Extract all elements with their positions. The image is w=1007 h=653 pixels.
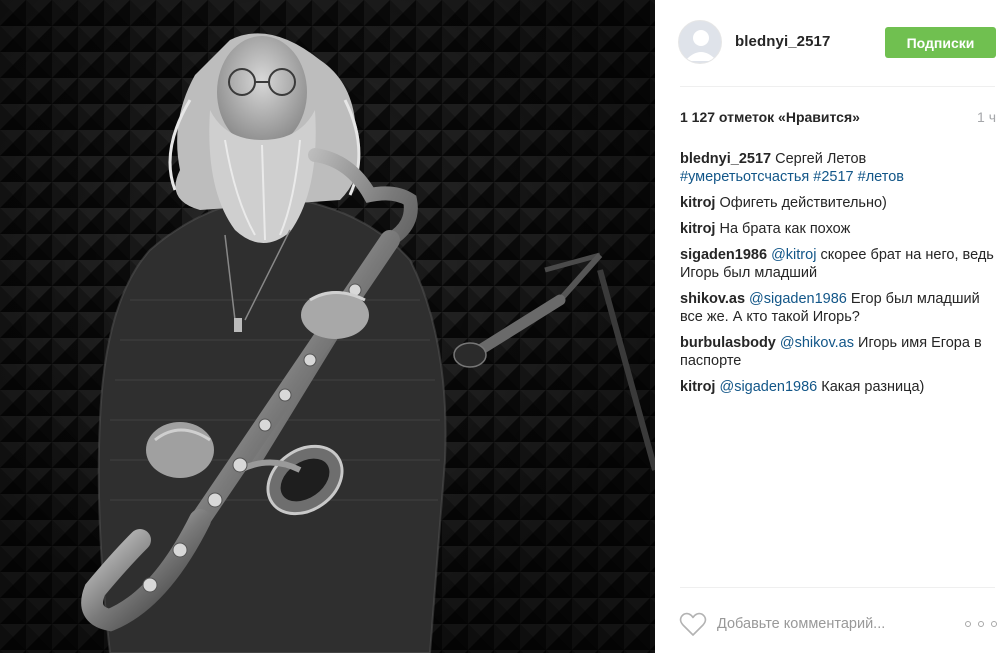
divider — [680, 86, 995, 87]
comment-mention[interactable]: @sigaden1986 — [715, 379, 817, 395]
likes-count[interactable]: 1 127 отметок «Нравится» — [680, 109, 860, 125]
dot — [965, 621, 971, 627]
comment-mention[interactable]: @kitroj — [767, 247, 816, 263]
comment-bar — [655, 587, 1007, 653]
photo-image — [0, 0, 655, 653]
hashtags[interactable]: #умеретьотсчастья #2517 #летов — [680, 169, 904, 185]
list-item: burbulasbody @shikov.as Игорь имя Егора … — [680, 334, 998, 370]
comment-username[interactable]: kitroj — [680, 221, 715, 237]
avatar[interactable] — [678, 20, 722, 64]
comment-username[interactable]: sigaden1986 — [680, 247, 767, 263]
comment-username[interactable]: kitroj — [680, 379, 715, 395]
post-time[interactable]: 1 ч — [977, 109, 996, 125]
list-item: sigaden1986 @kitroj скорее брат на него,… — [680, 246, 998, 282]
dot — [978, 621, 984, 627]
more-dots-icon[interactable] — [965, 613, 997, 635]
list-item: kitroj Офигеть действительно) — [680, 194, 998, 212]
add-comment-input[interactable] — [717, 613, 949, 635]
post-stats: 1 127 отметок «Нравится» 1 ч — [680, 109, 998, 129]
comment-text: На брата как похож — [715, 221, 851, 237]
comment-mention[interactable]: @shikov.as — [776, 335, 854, 351]
list-item: kitroj На брата как похож — [680, 220, 998, 238]
dot — [991, 621, 997, 627]
heart-outline-icon[interactable] — [679, 611, 707, 637]
comment-text: Какая разница) — [817, 379, 925, 395]
post-header: blednyi_2517 Подписки — [655, 0, 1007, 86]
follow-button[interactable]: Подписки — [885, 27, 996, 58]
header-username[interactable]: blednyi_2517 — [735, 33, 830, 50]
comment-username[interactable]: shikov.as — [680, 291, 745, 307]
comment-text: Офигеть действительно) — [715, 195, 887, 211]
comment-mention[interactable]: @sigaden1986 — [745, 291, 847, 307]
post-side-panel: blednyi_2517 Подписки 1 127 отметок «Нра… — [655, 0, 1007, 653]
caption: blednyi_2517 Сергей Летов #умеретьотсчас… — [680, 150, 998, 186]
comment-text: Сергей Летов — [771, 151, 867, 167]
list-item: shikov.as @sigaden1986 Егор был младший … — [680, 290, 998, 326]
comment-username[interactable]: blednyi_2517 — [680, 151, 771, 167]
comments-list: blednyi_2517 Сергей Летов #умеретьотсчас… — [680, 150, 998, 404]
default-avatar-icon — [685, 30, 717, 61]
post-photo[interactable] — [0, 0, 655, 653]
comment-username[interactable]: kitroj — [680, 195, 715, 211]
list-item: kitroj @sigaden1986 Какая разница) — [680, 378, 998, 396]
comment-username[interactable]: burbulasbody — [680, 335, 776, 351]
